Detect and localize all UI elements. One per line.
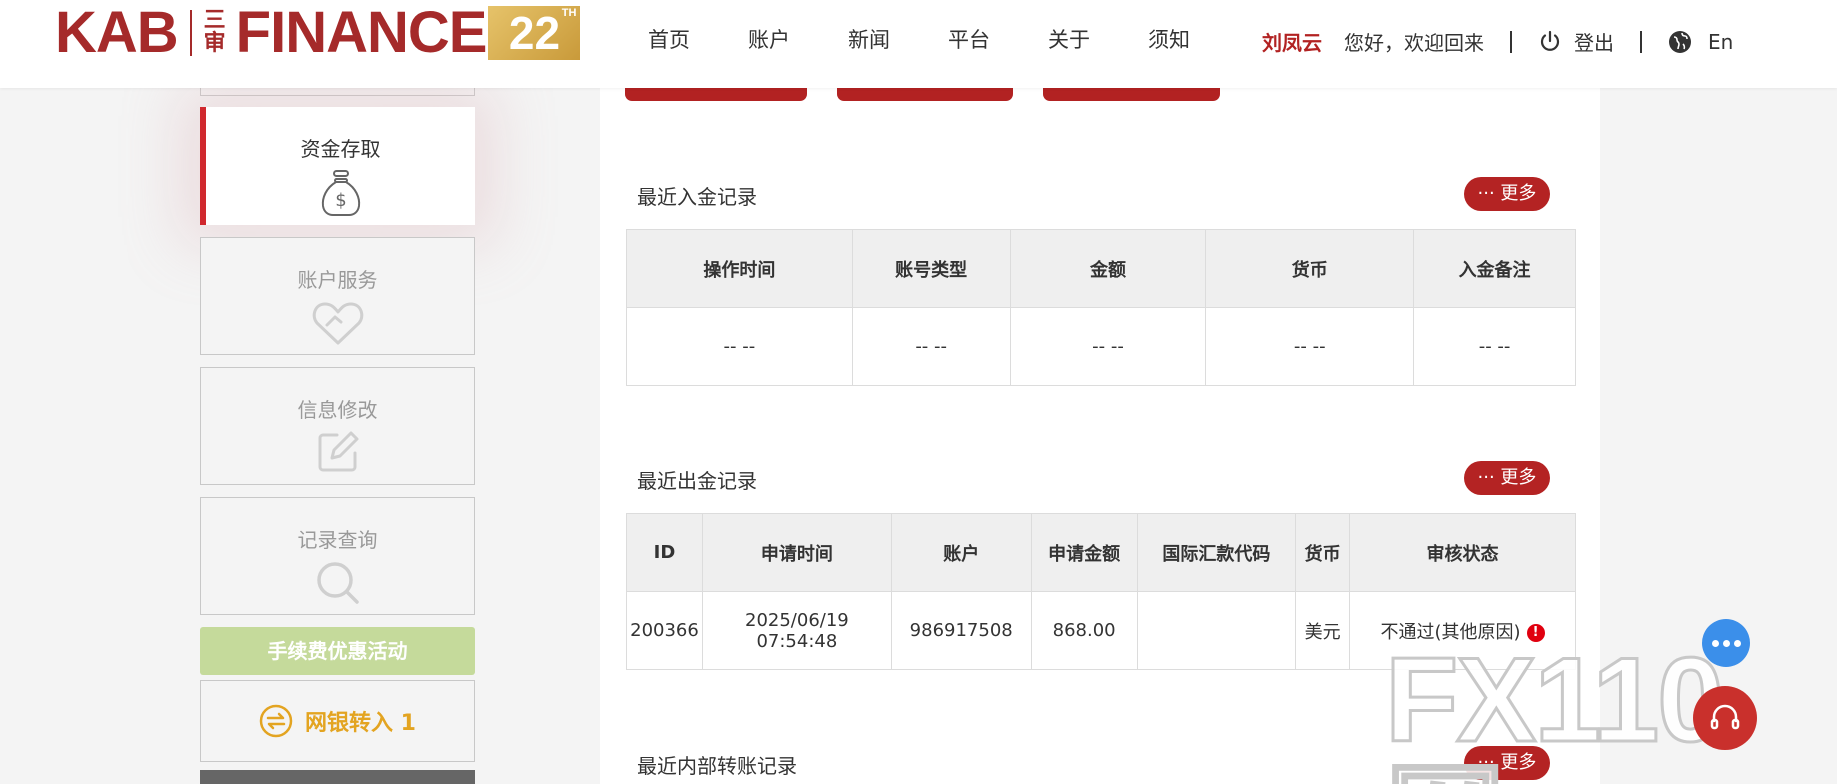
column-header: 国际汇款代码: [1136, 513, 1297, 592]
transfer-records-title: 最近内部转账记录: [637, 754, 797, 778]
logo-glyph: 三 审: [200, 10, 230, 56]
power-icon: [1540, 30, 1560, 51]
action-button[interactable]: [837, 88, 1013, 101]
column-header: 货币: [1295, 513, 1351, 592]
logo-separator: [189, 10, 192, 56]
sidebar-item-edit-info[interactable]: 信息修改: [200, 367, 475, 485]
sidebar-item-account-services[interactable]: 账户服务: [200, 237, 475, 355]
divider: [1510, 30, 1512, 53]
table-row: -- -- -- -- -- -- -- -- -- --: [626, 307, 1576, 386]
logo-anniversary-badge: 22 TH: [488, 6, 581, 60]
user-name[interactable]: 刘凤云: [1262, 27, 1322, 56]
withdrawal-currency: 美元: [1295, 591, 1351, 670]
nav-platform[interactable]: 平台: [948, 24, 990, 54]
language-switch[interactable]: En: [1668, 30, 1733, 54]
table-cell: -- --: [1205, 307, 1415, 386]
action-button[interactable]: [1043, 88, 1220, 101]
nav-about[interactable]: 关于: [1048, 24, 1090, 54]
logo-glyph-bottom: 审: [203, 31, 226, 56]
withdrawal-id: 200366: [626, 591, 703, 670]
withdrawal-swift-code: [1136, 591, 1297, 670]
heart-icon: [312, 302, 363, 345]
globe-icon: [1669, 30, 1691, 53]
logo-glyph-top: 三: [203, 8, 226, 33]
logo-anniversary-number: 22: [508, 7, 561, 59]
svg-text:$: $: [335, 190, 346, 211]
logout-button[interactable]: 登出: [1538, 27, 1614, 56]
nav-notice[interactable]: 须知: [1148, 24, 1190, 54]
withdrawal-amount: 868.00: [1030, 591, 1138, 670]
search-icon: [316, 562, 359, 604]
column-header: 金额: [1009, 229, 1207, 308]
withdrawal-records-title: 最近出金记录: [637, 469, 757, 493]
logout-label: 登出: [1574, 31, 1614, 55]
bank-transfer-in-button[interactable]: 网银转入 1: [200, 680, 475, 762]
kab-finance-logo[interactable]: KAB 三 审 FINANCE 22 TH: [55, 0, 581, 65]
table-cell: -- --: [1413, 307, 1576, 386]
table-header-row: ID 申请时间 账户 申请金额 国际汇款代码 货币 审核状态: [626, 513, 1576, 592]
sidebar-item-label: 资金存取: [300, 137, 381, 161]
table-cell: -- --: [851, 307, 1011, 386]
sidebar-item-label: 账户服务: [297, 268, 378, 292]
column-header: 申请时间: [701, 513, 892, 592]
deposit-records-title: 最近入金记录: [637, 185, 757, 209]
fee-promotion-button[interactable]: 手续费优惠活动: [200, 627, 475, 675]
nav-account[interactable]: 账户: [748, 24, 790, 54]
welcome-text: 您好，欢迎回来: [1344, 31, 1484, 55]
column-header: 审核状态: [1349, 513, 1576, 592]
nav-news[interactable]: 新闻: [848, 24, 890, 54]
logo-kab-text: KAB: [55, 0, 179, 65]
sidebar-item-label: 记录查询: [297, 528, 378, 552]
column-header: ID: [626, 513, 703, 592]
column-header: 操作时间: [626, 229, 853, 308]
divider: [1640, 30, 1642, 53]
table-cell: -- --: [1009, 307, 1207, 386]
action-button[interactable]: [625, 88, 807, 101]
column-header: 申请金额: [1030, 513, 1138, 592]
main-nav: 首页 账户 新闻 平台 关于 须知: [648, 24, 1248, 54]
money-bag-icon: $: [321, 170, 360, 216]
column-header: 账号类型: [851, 229, 1011, 308]
customer-service-button[interactable]: [1693, 686, 1757, 750]
edit-icon: [318, 431, 358, 472]
column-header: 入金备注: [1413, 229, 1576, 308]
transfer-icon: [259, 704, 293, 738]
nav-home[interactable]: 首页: [648, 24, 690, 54]
sidebar-top-stub: [200, 88, 475, 96]
user-area: 刘凤云 您好，欢迎回来 登出 En: [1262, 27, 1733, 56]
top-header: KAB 三 审 FINANCE 22 TH 首页 账户 新闻 平台 关于 须知 …: [0, 0, 1837, 88]
bank-transfer-label: 网银转入 1: [305, 711, 416, 736]
sidebar-bottom-item[interactable]: [200, 770, 475, 784]
headset-icon: [1710, 704, 1740, 730]
sidebar-item-records[interactable]: 记录查询: [200, 497, 475, 615]
deposit-records-table: 操作时间 账号类型 金额 货币 入金备注 -- -- -- -- -- -- -…: [626, 229, 1576, 386]
sidebar-item-funds[interactable]: 资金存取 $: [200, 107, 475, 225]
table-header-row: 操作时间 账号类型 金额 货币 入金备注: [626, 229, 1576, 308]
column-header: 账户: [890, 513, 1032, 592]
language-label: En: [1708, 29, 1734, 54]
withdrawal-account: 986917508: [890, 591, 1032, 670]
column-header: 货币: [1205, 229, 1415, 308]
logo-finance-text: FINANCE: [235, 0, 488, 65]
deposit-more-button[interactable]: ··· 更多: [1464, 177, 1550, 211]
sidebar-item-label: 信息修改: [297, 398, 378, 422]
logo-anniversary-suffix: TH: [561, 7, 577, 19]
withdrawal-time: 2025/06/19 07:54:48: [701, 591, 892, 670]
table-cell: -- --: [626, 307, 853, 386]
withdrawal-more-button[interactable]: ··· 更多: [1464, 461, 1550, 495]
